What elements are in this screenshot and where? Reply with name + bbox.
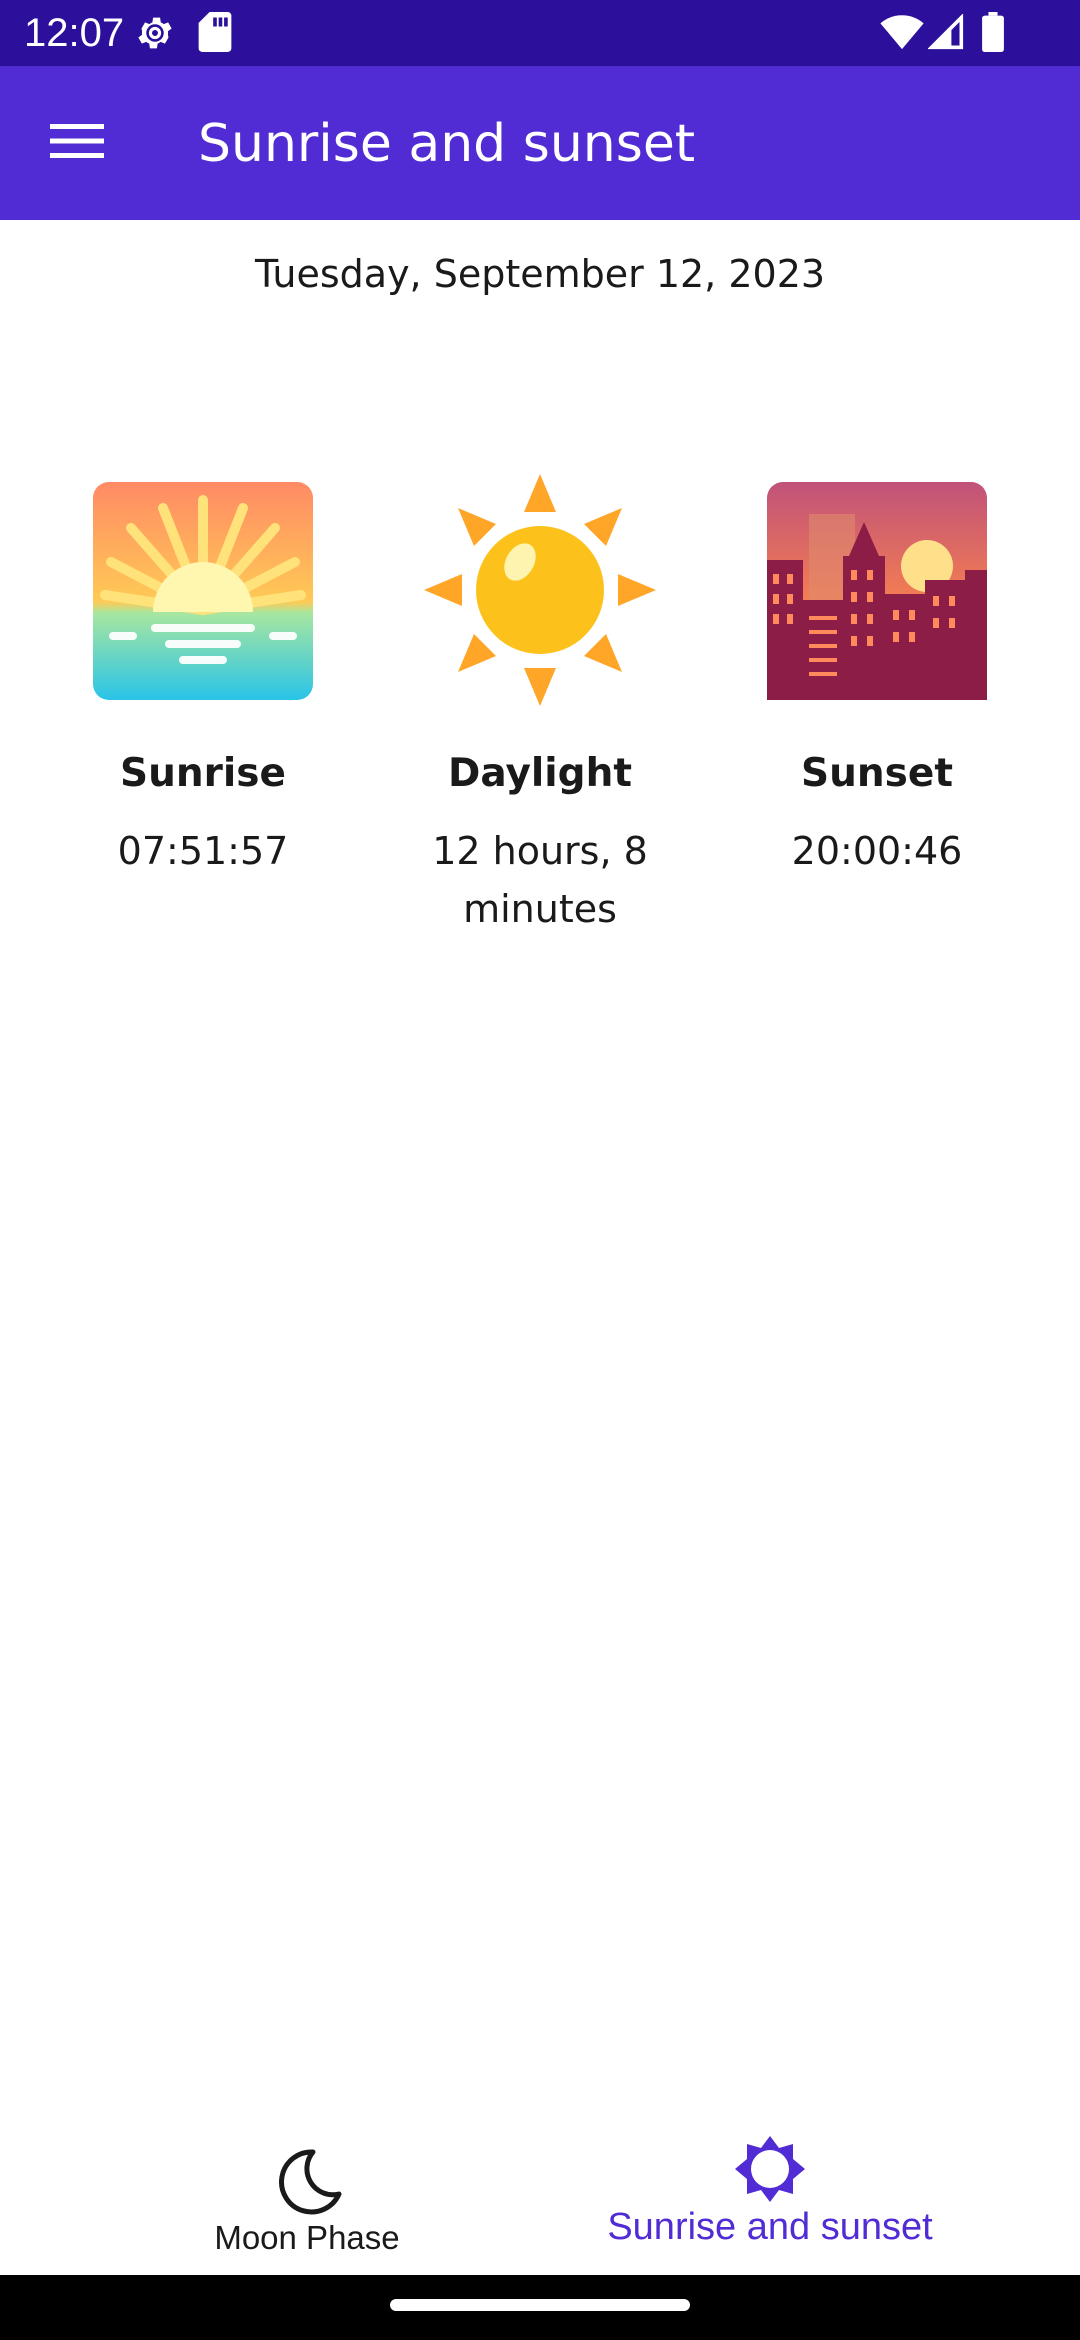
status-time: 12:07 (24, 11, 125, 55)
sunset-time: 20:00:46 (791, 829, 963, 873)
settings-icon (134, 12, 176, 59)
bottom-tab-bar: Moon Phase Sunrise and sunset (0, 2110, 1080, 2275)
menu-button[interactable] (30, 106, 124, 180)
sunrise-label: Sunrise (120, 751, 286, 796)
battery-icon (982, 12, 1004, 57)
tab-sunrise-and-sunset-label: Sunrise and sunset (607, 2206, 933, 2248)
sunrise-time: 07:51:57 (117, 829, 289, 873)
tab-moon-phase-label: Moon Phase (214, 2219, 400, 2256)
home-gesture-handle[interactable] (390, 2299, 690, 2311)
wifi-icon (880, 14, 924, 55)
status-bar: 12:07 (0, 0, 1080, 66)
tab-moon-phase[interactable]: Moon Phase (37, 2110, 577, 2275)
sunset-label: Sunset (801, 751, 953, 796)
signal-icon (927, 13, 964, 55)
daylight-duration: 12 hours, 8 minutes (432, 829, 648, 931)
sun-icon (420, 470, 660, 710)
app-bar: Sunrise and sunset (0, 66, 1080, 220)
hamburger-menu-icon (50, 121, 104, 166)
tab-sunrise-and-sunset[interactable]: Sunrise and sunset (500, 2110, 1040, 2275)
system-navigation-bar (0, 2275, 1080, 2340)
sd-card-icon (198, 12, 232, 57)
date-label: Tuesday, September 12, 2023 (254, 252, 826, 296)
sunrise-card: Sunrise 07:51:57 (23, 470, 383, 880)
sunset-card: Sunset 20:00:46 (697, 470, 1057, 880)
sunset-city-icon (757, 470, 997, 710)
screen: 12:07 Sunrise and sunset Tuesday, Septem… (0, 0, 1080, 2340)
page-title: Sunrise and sunset (198, 114, 696, 174)
moon-icon (273, 2146, 343, 2216)
daylight-card: Daylight 12 hours, 8 minutes (360, 470, 720, 938)
sunrise-icon (83, 470, 323, 710)
daylight-label: Daylight (448, 751, 632, 796)
sun-outline-icon (735, 2134, 805, 2204)
